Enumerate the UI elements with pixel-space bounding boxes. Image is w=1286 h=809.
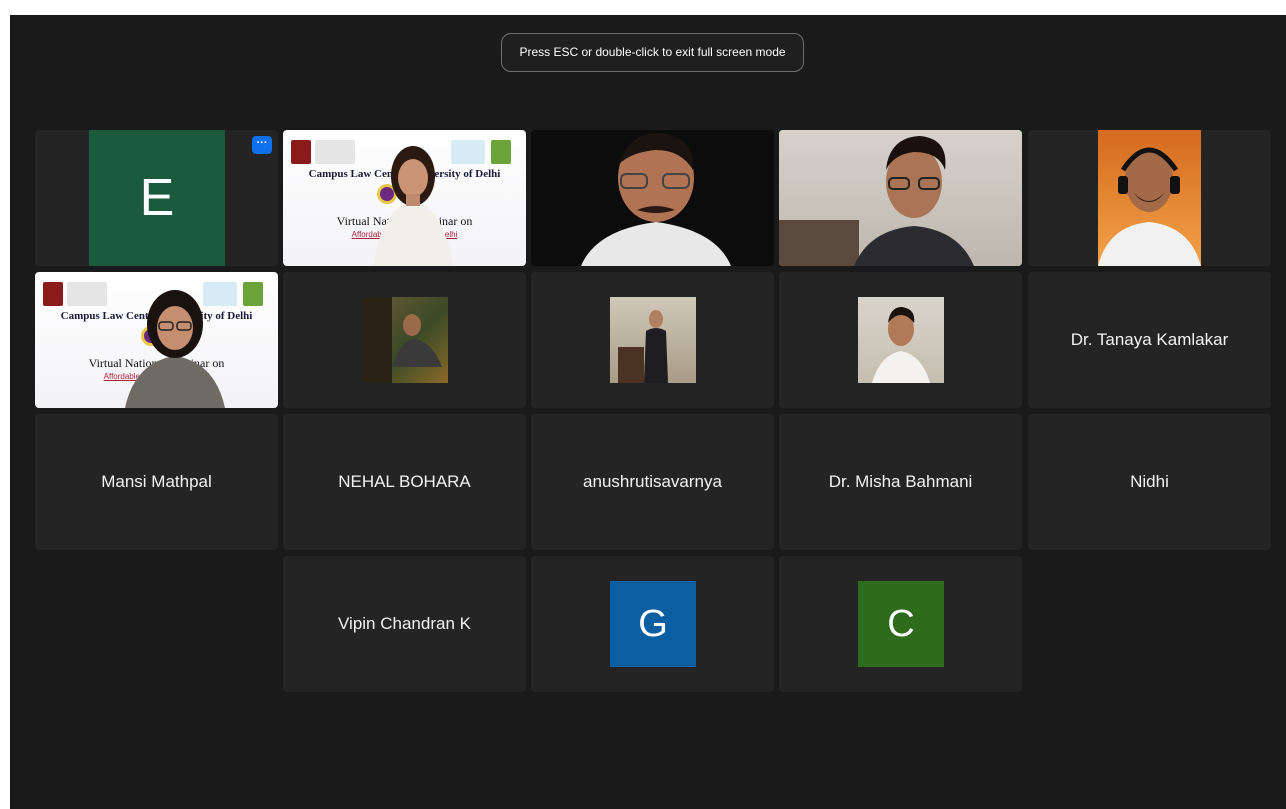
participant-name: Vipin Chandran K	[338, 614, 471, 633]
avatar: E	[89, 130, 225, 266]
participant-tile-anushruti[interactable]: anushrutisavarnya	[531, 414, 774, 550]
participant-person	[854, 136, 974, 266]
participant-name: Mansi Mathpal	[101, 472, 212, 491]
participant-video-tile[interactable]	[531, 130, 774, 266]
participant-photo-tile[interactable]	[779, 272, 1022, 408]
avatar-letter: C	[887, 602, 915, 645]
university-logo	[43, 282, 63, 306]
participant-name: anushrutisavarnya	[583, 472, 722, 491]
shelf-decor	[779, 220, 859, 266]
participant-photo-tile[interactable]	[283, 272, 526, 408]
avatar: G	[610, 581, 696, 667]
participant-tile-misha[interactable]: Dr. Misha Bahmani	[779, 414, 1022, 550]
avatar-letter: G	[638, 602, 668, 645]
participant-name: Dr. Misha Bahmani	[828, 472, 973, 491]
university-logo	[291, 140, 311, 164]
participant-video-tile[interactable]	[1028, 130, 1271, 266]
active-speaker-tile[interactable]	[779, 130, 1022, 266]
exit-fullscreen-banner[interactable]: Press ESC or double-click to exit full s…	[501, 33, 804, 72]
photo-person	[872, 307, 930, 383]
participant-video-tile[interactable]: Campus Law Centre, University of Delhi V…	[35, 272, 278, 408]
more-options-button[interactable]: ···	[252, 136, 272, 154]
participant-person	[1098, 147, 1201, 266]
participant-tile-nidhi[interactable]: Nidhi	[1028, 414, 1271, 550]
participant-name: NEHAL BOHARA	[338, 472, 471, 491]
participant-person	[125, 290, 225, 408]
participant-tile-c[interactable]: C	[779, 556, 1022, 692]
photo-person	[618, 310, 668, 383]
avatar-letter: E	[139, 169, 175, 227]
participant-tile-tanaya[interactable]: Dr. Tanaya Kamlakar	[1028, 272, 1271, 408]
participant-name: Dr. Tanaya Kamlakar	[1070, 330, 1229, 349]
participant-tile-mansi[interactable]: Mansi Mathpal	[35, 414, 278, 550]
green-logo	[491, 140, 511, 164]
avatar: C	[858, 581, 944, 667]
participant-tile-e[interactable]: E ···	[35, 130, 278, 266]
participant-tile-nehal[interactable]: NEHAL BOHARA	[283, 414, 526, 550]
participant-name: Nidhi	[1130, 472, 1169, 491]
participant-person	[581, 133, 731, 266]
participant-tile-g[interactable]: G	[531, 556, 774, 692]
participant-video-tile[interactable]: Campus Law Centre, University of Delhi V…	[283, 130, 526, 266]
participant-tile-vipin[interactable]: Vipin Chandran K	[283, 556, 526, 692]
participant-person	[373, 146, 453, 266]
green-logo	[243, 282, 263, 306]
participant-photo-tile[interactable]	[531, 272, 774, 408]
ministry-logo	[67, 282, 107, 306]
photo-person	[362, 297, 442, 383]
